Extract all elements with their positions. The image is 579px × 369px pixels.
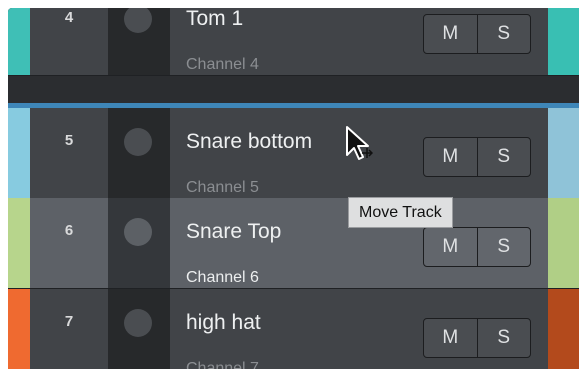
mute-solo-group: M S: [423, 318, 531, 358]
track-channel: Channel 5: [186, 179, 259, 196]
mute-solo-group: M S: [423, 137, 531, 177]
track-name[interactable]: high hat: [186, 311, 261, 335]
mute-solo-group: M S: [423, 14, 531, 54]
track-lane-color: [548, 108, 579, 198]
solo-button[interactable]: S: [476, 15, 531, 53]
record-arm-button[interactable]: [124, 309, 152, 337]
move-track-tooltip: Move Track: [348, 197, 453, 228]
track-color-strip[interactable]: [8, 8, 30, 75]
track-channel: Channel 6: [186, 269, 259, 286]
track-color-strip[interactable]: [8, 198, 30, 288]
track-row-tom-1[interactable]: 4 Tom 1 Channel 4 M S: [8, 8, 579, 76]
track-name[interactable]: Snare bottom: [186, 130, 312, 154]
mute-button[interactable]: M: [424, 138, 477, 176]
record-column: [108, 108, 170, 198]
record-column: [108, 8, 170, 75]
solo-button[interactable]: S: [476, 228, 531, 266]
record-arm-button[interactable]: [124, 128, 152, 156]
track-lane-color: [548, 289, 579, 369]
arrow-move-cursor-icon: [346, 126, 373, 160]
track-lane-color: [548, 8, 579, 75]
solo-button[interactable]: S: [476, 319, 531, 357]
track-color-strip[interactable]: [8, 289, 30, 369]
track-number: 6: [64, 222, 74, 239]
track-row-high-hat[interactable]: 7 high hat Channel 7 M S: [8, 289, 579, 369]
track-channel: Channel 4: [186, 56, 259, 73]
solo-button[interactable]: S: [476, 138, 531, 176]
track-row-snare-bottom[interactable]: 5 Snare bottom Channel 5 M S: [8, 108, 579, 199]
track-channel: Channel 7: [186, 360, 259, 369]
track-number: 4: [64, 9, 74, 26]
mute-button[interactable]: M: [424, 319, 477, 357]
mute-button[interactable]: M: [424, 228, 477, 266]
track-number: 5: [64, 132, 74, 149]
track-list: 4 Tom 1 Channel 4 M S 5 Snare bottom Cha…: [8, 8, 579, 369]
record-arm-button[interactable]: [124, 8, 152, 33]
track-name[interactable]: Tom 1: [186, 8, 243, 31]
track-number: 7: [64, 313, 74, 330]
record-column: [108, 198, 170, 288]
record-column: [108, 289, 170, 369]
record-arm-button[interactable]: [124, 218, 152, 246]
track-color-strip[interactable]: [8, 108, 30, 198]
mute-solo-group: M S: [423, 227, 531, 267]
track-row-snare-top[interactable]: 6 Snare Top Channel 6 M S: [8, 198, 579, 289]
drop-insert-indicator: [8, 103, 579, 108]
mute-button[interactable]: M: [424, 15, 477, 53]
track-name[interactable]: Snare Top: [186, 220, 281, 244]
track-lane-color: [548, 198, 579, 288]
